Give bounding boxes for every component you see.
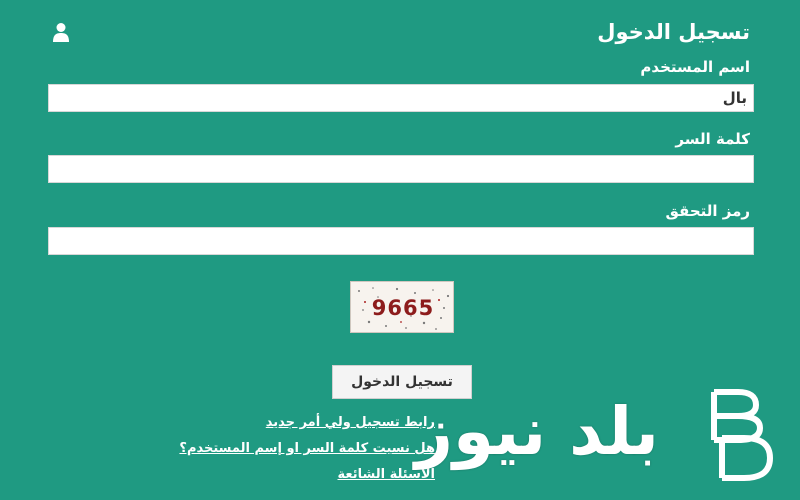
captcha-input[interactable] [48,227,754,255]
register-link[interactable]: رابط تسجيل ولي أمر جديد [266,415,435,430]
username-input[interactable] [48,84,754,112]
username-label: اسم المستخدم [640,58,750,76]
watermark-text: بلد نيوز [415,393,659,470]
captcha-image: 9665 [350,281,454,333]
password-label: كلمة السر [675,130,750,148]
password-input[interactable] [48,155,754,183]
login-panel: تسجيل الدخول اسم المستخدم كلمة السر رمز … [0,0,800,500]
page-title: تسجيل الدخول [597,20,750,44]
watermark-logo [711,389,773,481]
user-icon [53,23,69,42]
forgot-credentials-link[interactable]: هل نسيت كلمة السر او إسم المستخدم؟ [179,441,435,456]
captcha-label: رمز التحقق [665,202,751,220]
captcha-code: 9665 [371,296,435,320]
